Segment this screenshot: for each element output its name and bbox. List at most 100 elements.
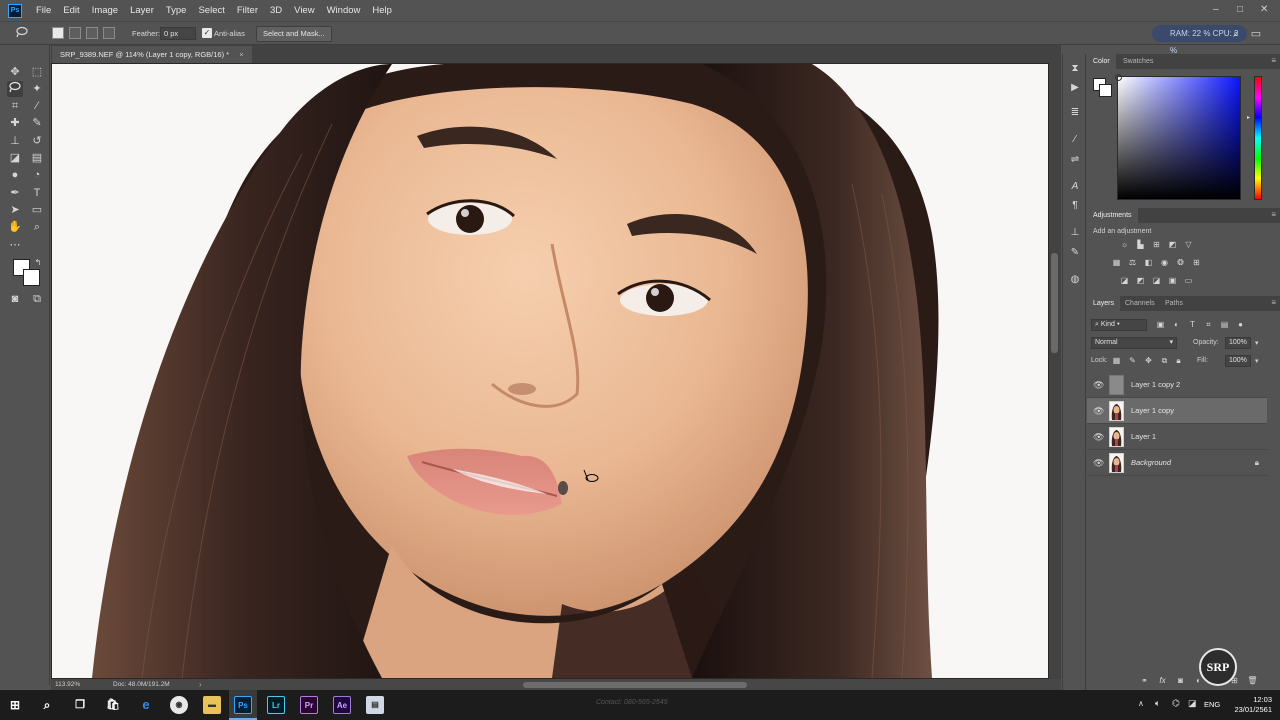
layer-filter-dropdown[interactable]: ⌕ Kind ▾ [1091,319,1147,331]
selective-color-icon[interactable]: ▣ [1167,276,1178,286]
hue-slider[interactable] [1254,76,1262,200]
opacity-dropdown-icon[interactable]: ▾ [1255,339,1259,347]
lock-position-icon[interactable]: ✥ [1143,356,1154,366]
channel-mixer-icon[interactable]: ❂ [1175,258,1186,268]
filter-pixel-icon[interactable]: ▣ [1155,320,1166,330]
menu-view[interactable]: View [288,5,320,16]
menu-select[interactable]: Select [192,5,230,16]
color-balance-icon[interactable]: ⚖ [1127,258,1138,268]
fill-input[interactable]: 100% [1225,355,1251,367]
fill-dropdown-icon[interactable]: ▾ [1255,357,1259,365]
exposure-icon[interactable]: ◩ [1167,240,1178,250]
intersect-selection-icon[interactable] [103,27,115,39]
edge-browser-icon[interactable]: e [137,696,155,714]
search-icon[interactable]: ⌕ [1228,26,1244,42]
visibility-eye-icon[interactable]: 👁︎ [1093,380,1104,390]
hand-tool-icon[interactable]: ✋ [7,219,23,235]
lock-all-icon[interactable]: 🔒︎ [1173,356,1184,366]
feather-input[interactable]: 0 px [160,27,196,40]
lock-artboard-icon[interactable]: ⧉ [1159,356,1170,366]
move-tool-icon[interactable]: ✥ [7,64,23,80]
menu-file[interactable]: File [30,5,57,16]
lasso-tool-preset-icon[interactable] [14,26,30,42]
crop-tool-icon[interactable]: ⌗ [7,98,23,114]
link-icon[interactable]: ⚭ [1139,676,1150,686]
swap-colors-icon[interactable]: ↰ [30,255,46,271]
brightness-contrast-icon[interactable]: ☼ [1119,240,1130,250]
gradient-tool-icon[interactable]: ▤ [29,150,45,166]
menu-image[interactable]: Image [86,5,124,16]
color-panel-background[interactable] [1099,84,1112,97]
visibility-eye-icon[interactable]: 👁︎ [1093,458,1104,468]
rectangle-tool-icon[interactable]: ▭ [29,202,45,218]
fx-icon[interactable]: fx [1157,676,1168,686]
visibility-eye-icon[interactable]: 👁︎ [1093,432,1104,442]
select-and-mask-button[interactable]: Select and Mask... [256,26,332,42]
gradient-map-icon[interactable]: ▭ [1183,276,1194,286]
zoom-level[interactable]: 113.92% [55,681,80,688]
paragraph-panel-icon[interactable]: ¶ [1068,199,1082,213]
workspace-icon[interactable]: ▭ [1248,26,1264,42]
menu-window[interactable]: Window [321,5,367,16]
tool-presets-icon[interactable]: ✎ [1068,246,1082,260]
close-window-button[interactable]: ✕ [1260,4,1268,15]
filter-shape-icon[interactable]: ⌗ [1203,320,1214,330]
status-arrow-icon[interactable]: › [199,680,202,689]
filter-type-icon[interactable]: T [1187,320,1198,330]
menu-filter[interactable]: Filter [231,5,264,16]
lock-transparent-icon[interactable]: ▦ [1111,356,1122,366]
type-tool-icon[interactable]: T [29,185,45,201]
healing-brush-tool-icon[interactable]: ✚ [7,115,23,131]
generic-app-taskbar-icon[interactable]: ▤ [366,696,384,714]
more-tools-icon[interactable]: ⋯ [7,237,23,253]
tab-color[interactable]: Color [1087,54,1116,69]
menu-help[interactable]: Help [366,5,398,16]
properties-panel-icon[interactable]: ≣ [1068,106,1082,120]
portrait-photo[interactable] [52,64,1048,678]
opacity-input[interactable]: 100% [1225,337,1251,349]
menu-layer[interactable]: Layer [124,5,160,16]
notification-badge-icon[interactable]: ◪ [1188,698,1197,709]
tab-channels[interactable]: Channels [1119,296,1161,311]
visibility-eye-icon[interactable]: 👁︎ [1093,406,1104,416]
actions-panel-icon[interactable]: ▶ [1068,81,1082,95]
network-icon[interactable]: ⌬ [1172,698,1180,709]
hue-saturation-icon[interactable]: ▦ [1111,258,1122,268]
mask-icon[interactable]: ◙ [1175,676,1186,686]
eraser-tool-icon[interactable]: ◪ [7,150,23,166]
chrome-browser-icon[interactable]: ◉ [170,696,188,714]
maximize-button[interactable]: □ [1237,4,1243,15]
horizontal-scroll-thumb[interactable] [523,682,747,688]
character-panel-icon[interactable]: A [1068,180,1082,194]
antialias-checkbox[interactable]: ✓ [202,28,212,38]
menu-3d[interactable]: 3D [264,5,288,16]
pen-tool-icon[interactable]: ✒ [7,185,23,201]
minimize-button[interactable]: – [1213,4,1219,15]
dodge-tool-icon[interactable]: ◔ [29,167,45,183]
black-white-icon[interactable]: ◧ [1143,258,1154,268]
clone-source-icon[interactable]: ⊥ [1068,226,1082,240]
filter-adjustment-icon[interactable]: ◐ [1171,320,1182,330]
canvas-area[interactable] [51,63,1061,679]
search-taskbar-icon[interactable]: ⌕ [38,696,56,714]
invert-icon[interactable]: ◪ [1119,276,1130,286]
subtract-selection-icon[interactable] [86,27,98,39]
filter-smart-icon[interactable]: ▤ [1219,320,1230,330]
brush-settings-icon[interactable]: ⁄ [1068,133,1082,147]
background-color-swatch[interactable] [23,269,40,286]
eyedropper-tool-icon[interactable]: ⁄ [29,98,45,114]
file-explorer-icon[interactable]: ▬ [203,696,221,714]
vertical-scroll-thumb[interactable] [1051,253,1058,353]
lock-pixels-icon[interactable]: ✎ [1127,356,1138,366]
document-tab[interactable]: SRP_9389.NEF @ 114% (Layer 1 copy, RGB/1… [52,46,252,63]
layer-row[interactable]: 👁︎ Layer 1 [1087,424,1267,450]
curves-icon[interactable]: ⊞ [1151,240,1162,250]
new-selection-icon[interactable] [52,27,64,39]
tray-chevron-icon[interactable]: ∧ [1138,699,1144,708]
lasso-tool-icon[interactable] [7,81,23,97]
brush-tool-icon[interactable]: ✎ [29,115,45,131]
close-tab-icon[interactable]: × [239,50,243,59]
hue-slider-handle-icon[interactable]: ▸ [1247,114,1250,121]
blur-tool-icon[interactable]: ● [7,167,23,183]
posterize-icon[interactable]: ◩ [1135,276,1146,286]
